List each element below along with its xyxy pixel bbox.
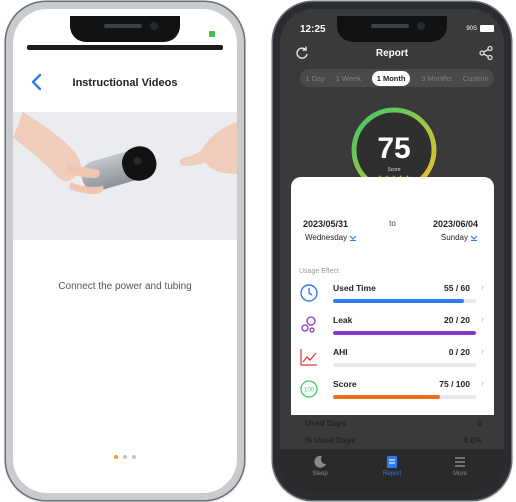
date-range-row: 2023/05/31 to 2023/06/04 Wednesday Sunda… xyxy=(291,219,494,249)
tab-label: Sleep xyxy=(312,471,328,477)
metric-progress-track xyxy=(333,395,476,399)
report-card: 2023/05/31 to 2023/06/04 Wednesday Sunda… xyxy=(291,177,494,428)
tab-report[interactable]: Report xyxy=(362,455,422,477)
battery-icon xyxy=(209,31,215,37)
range-tab-1-month[interactable]: 1 Month xyxy=(371,70,411,86)
top-divider-bar xyxy=(27,45,223,50)
chevron-down-icon xyxy=(470,235,478,241)
chevron-down-icon xyxy=(349,235,357,241)
end-date[interactable]: 2023/06/04 xyxy=(433,219,478,229)
summary-row-percent-used-days: % Used Days 0.0% xyxy=(305,436,482,445)
metric-progress-fill xyxy=(333,299,465,303)
page-dot-1[interactable] xyxy=(114,455,118,459)
metric-name: Leak xyxy=(333,315,353,325)
range-tab-1-week[interactable]: 1 Week xyxy=(336,74,361,83)
report-icon xyxy=(385,455,399,469)
network-label: 90S xyxy=(466,25,477,32)
phone-notch xyxy=(70,16,180,42)
end-day: Sunday xyxy=(440,233,468,242)
share-icon[interactable] xyxy=(478,45,494,61)
phone-notch xyxy=(337,16,447,42)
page-title: Instructional Videos xyxy=(72,77,178,89)
metric-name: Score xyxy=(333,379,357,389)
metric-row-used-time[interactable]: Used Time 55 / 60 › xyxy=(299,281,486,309)
start-day: Wednesday xyxy=(305,233,348,242)
page-title: Report xyxy=(375,48,409,59)
clock-icon xyxy=(299,283,319,303)
range-tab-3-months[interactable]: 3 Months xyxy=(421,74,452,83)
status-indicators: 90S xyxy=(466,25,494,32)
bottom-tab-bar: Sleep Report More xyxy=(280,449,504,493)
chevron-right-icon: › xyxy=(480,378,484,389)
chevron-right-icon: › xyxy=(480,282,484,293)
usage-effect-header: Usage Effect xyxy=(299,268,339,275)
range-tab-1-day[interactable]: 1 Day xyxy=(305,74,325,83)
left-phone-screen: Instructional Videos Connect the power a… xyxy=(13,9,237,493)
metric-row-ahi[interactable]: AHI 0 / 20 › xyxy=(299,345,486,373)
metric-progress-track xyxy=(333,299,476,303)
left-phone-frame: Instructional Videos Connect the power a… xyxy=(6,2,244,500)
instructional-video[interactable] xyxy=(13,112,237,240)
tab-sleep[interactable]: Sleep xyxy=(290,455,350,477)
metric-value: 75 / 100 xyxy=(439,379,470,389)
trend-icon xyxy=(299,347,319,367)
status-time: 12:25 xyxy=(300,24,326,35)
metric-value: 0 / 20 xyxy=(448,347,470,357)
summary-label: % Used Days xyxy=(305,436,356,445)
metric-name: AHI xyxy=(333,347,348,357)
moon-icon xyxy=(313,455,327,469)
step-caption: Connect the power and tubing xyxy=(58,281,192,292)
page-indicator[interactable] xyxy=(13,455,237,459)
tab-label: Report xyxy=(382,471,401,477)
score-label: Score xyxy=(387,167,401,173)
menu-icon xyxy=(453,455,467,469)
range-tab-custom[interactable]: Custom xyxy=(463,74,489,83)
summary-label: Used Days xyxy=(305,419,346,428)
tab-label: More xyxy=(453,471,467,477)
metric-row-score[interactable]: 100 Score 75 / 100 › xyxy=(299,377,486,405)
date-range-tabs: 1 Day 1 Week 1 Month 3 Months Custom xyxy=(300,69,494,87)
start-day-picker[interactable]: Wednesday xyxy=(305,233,357,242)
report-header: Report xyxy=(280,45,504,67)
svg-text:100: 100 xyxy=(304,388,315,394)
page-dot-3[interactable] xyxy=(132,455,136,459)
metric-progress-fill xyxy=(333,395,441,399)
metric-progress-fill xyxy=(333,331,476,335)
metric-value: 20 / 20 xyxy=(444,315,470,325)
end-day-picker[interactable]: Sunday xyxy=(441,233,478,242)
chevron-right-icon: › xyxy=(480,314,484,325)
metric-progress-track xyxy=(333,331,476,335)
page-dot-2[interactable] xyxy=(123,455,127,459)
metric-value: 55 / 60 xyxy=(444,283,470,293)
video-frame-illustration xyxy=(13,112,237,240)
metric-name: Used Time xyxy=(333,283,376,293)
summary-value: 0.0% xyxy=(463,436,482,445)
tab-more[interactable]: More xyxy=(430,455,490,477)
battery-icon xyxy=(480,25,494,32)
bubbles-icon xyxy=(299,315,319,335)
right-phone-frame: 12:25 90S Report 1 Day 1 Week 1 Month 3 Mon… xyxy=(273,2,511,500)
summary-row-used-days: Used Days 0 xyxy=(305,419,482,428)
score-100-icon: 100 xyxy=(299,379,319,399)
nav-bar: Instructional Videos xyxy=(13,69,237,99)
chevron-right-icon: › xyxy=(480,346,484,357)
summary-value: 0 xyxy=(477,419,482,428)
score-value: 75 xyxy=(377,132,411,165)
metric-progress-track xyxy=(333,363,476,367)
metric-row-leak[interactable]: Leak 20 / 20 › xyxy=(299,313,486,341)
right-phone-screen: 12:25 90S Report 1 Day 1 Week 1 Month 3 Mon… xyxy=(280,9,504,493)
